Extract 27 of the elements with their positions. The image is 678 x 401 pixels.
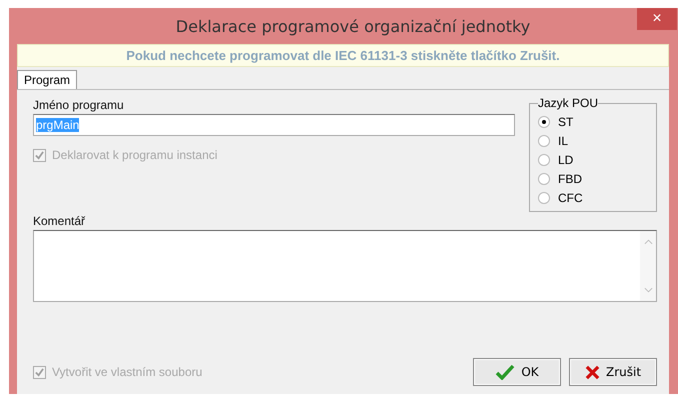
info-banner: Pokud nechcete programovat dle IEC 61131-3 stiskněte tlačítko Zrušit. [17,44,669,67]
window-title: Deklarace programové organizační jednotky [176,16,530,36]
radio-label: ST [558,114,574,128]
field-label: Komentář [33,214,86,228]
radio-button[interactable] [538,134,550,146]
ok-button[interactable]: OK [473,358,561,386]
cancel-button[interactable]: Zrušit [569,358,657,386]
close-button[interactable]: × [637,8,677,30]
comment-field[interactable] [33,230,657,302]
radio-button[interactable] [538,154,550,166]
checkmark-icon [495,364,516,380]
checkbox-label: Vytvořit ve vlastním souboru [52,365,202,379]
checkbox-label: Deklarovat k programu instanci [52,148,218,162]
close-icon [584,364,600,380]
radio-label: CFC [558,190,583,204]
group-title: Jazyk POU [538,96,598,110]
radio-button[interactable] [538,172,550,184]
scrollbar[interactable] [640,231,656,301]
radio-label: FBD [558,172,582,186]
chevron-up-icon [644,239,652,245]
radio-label: LD [558,152,574,166]
radio-button[interactable] [538,192,550,204]
radio-button[interactable] [538,116,550,128]
field-label: Jméno programu [33,98,125,112]
radio-label: IL [558,134,568,148]
chevron-down-icon [644,287,652,293]
tab[interactable]: Program [17,70,78,89]
